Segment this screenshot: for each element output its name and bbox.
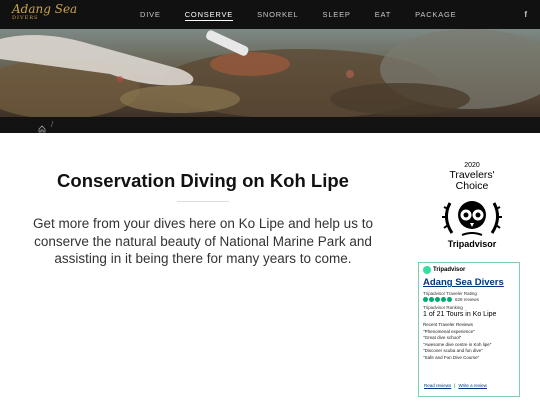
breadcrumb-separator: / xyxy=(51,120,54,129)
recent-reviews: Recent Traveler Reviews "Phenomenal expe… xyxy=(423,322,515,361)
widget-header-label: Tripadvisor xyxy=(433,267,466,273)
nav-item-eat[interactable]: EAT xyxy=(363,0,403,29)
rating-bubbles: 628 reviews xyxy=(423,297,515,302)
rating-bubble-icon xyxy=(441,297,446,302)
nav-item-sleep[interactable]: SLEEP xyxy=(311,0,363,29)
nav-item-conserve[interactable]: CONSERVE xyxy=(173,0,245,29)
business-name-link[interactable]: Adang Sea Divers xyxy=(423,277,515,288)
tripadvisor-owl-icon xyxy=(423,266,431,274)
site-logo[interactable]: Adang Sea DIVERS xyxy=(12,3,77,22)
rating-label: Tripadvisor Traveler Rating xyxy=(423,291,477,296)
link-separator: | xyxy=(454,383,456,388)
top-navigation-bar: Adang Sea DIVERS DIVE CONSERVE SNORKEL S… xyxy=(0,0,540,29)
widget-links: Read reviews | Write a review xyxy=(424,383,487,388)
rating-bubble-icon xyxy=(447,297,452,302)
rating-bubble-icon xyxy=(429,297,434,302)
main-nav: DIVE CONSERVE SNORKEL SLEEP EAT PACKAGE xyxy=(128,0,468,29)
tripadvisor-widget: Tripadvisor Adang Sea Divers Tripadvisor… xyxy=(418,262,520,397)
title-divider xyxy=(177,201,229,202)
review-item[interactable]: "Safe and Fun Dive Course" xyxy=(423,355,515,362)
logo-subtitle: DIVERS xyxy=(12,15,39,21)
home-icon[interactable] xyxy=(38,120,46,138)
write-review-link[interactable]: Write a review xyxy=(458,383,486,388)
logo-text: Adang Sea xyxy=(12,2,78,16)
award-brand: Tripadvisor xyxy=(447,239,497,249)
nav-item-dive[interactable]: DIVE xyxy=(128,0,173,29)
page-title: Conservation Diving on Koh Lipe xyxy=(57,170,349,191)
nav-item-package[interactable]: PACKAGE xyxy=(403,0,468,29)
ranking-value[interactable]: 1 of 21 Tours in Ko Lipe xyxy=(423,311,515,318)
review-count[interactable]: 628 reviews xyxy=(455,297,479,302)
ranking-label: Tripadvisor Ranking xyxy=(423,305,463,310)
travelers-choice-badge[interactable]: 2020 Travelers' Choice Tripadvisor xyxy=(432,161,512,249)
rating-bubble-icon xyxy=(435,297,440,302)
hero-photo-illustration xyxy=(0,29,540,117)
rating-bubble-icon xyxy=(423,297,428,302)
nav-item-snorkel[interactable]: SNORKEL xyxy=(245,0,310,29)
read-reviews-link[interactable]: Read reviews xyxy=(424,383,451,388)
facebook-icon[interactable]: f xyxy=(524,0,527,29)
intro-paragraph: Get more from your dives here on Ko Lipe… xyxy=(33,216,373,266)
widget-header: Tripadvisor xyxy=(423,266,515,274)
owl-laurel-icon xyxy=(442,201,502,236)
hero-image xyxy=(0,29,540,117)
breadcrumb: / xyxy=(0,117,540,133)
award-line2: Choice xyxy=(455,180,489,192)
